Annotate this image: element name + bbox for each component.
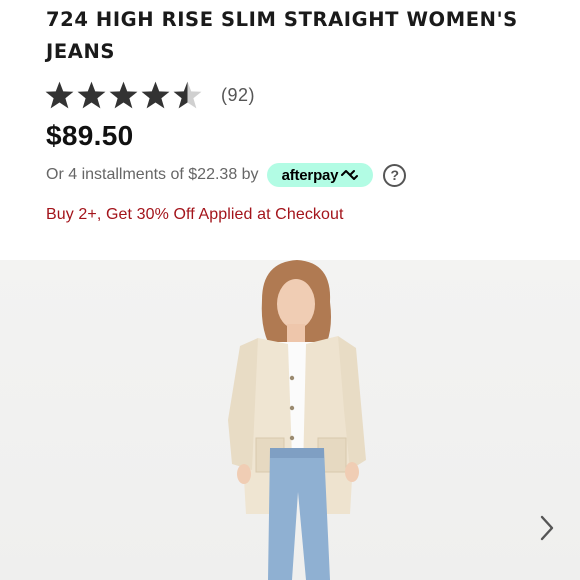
star-full-icon: [141, 81, 170, 109]
review-count[interactable]: (92): [221, 85, 255, 106]
afterpay-badge[interactable]: afterpay: [266, 163, 374, 187]
installments-text: Or 4 installments of $22.38 by: [46, 166, 259, 183]
installments-row: Or 4 installments of $22.38 by afterpay …: [46, 162, 407, 188]
star-half-icon: [173, 81, 202, 109]
product-price: $89.50: [46, 120, 134, 151]
star-full-icon: [45, 81, 74, 109]
chevron-right-icon: [540, 515, 554, 541]
next-image-button[interactable]: [536, 512, 558, 544]
product-image[interactable]: [0, 260, 580, 580]
afterpay-arrows-icon: [341, 170, 359, 180]
promo-message: Buy 2+, Get 30% Off Applied at Checkout: [46, 206, 344, 223]
rating-row[interactable]: (92): [44, 78, 255, 112]
star-full-icon: [109, 81, 138, 109]
star-full-icon: [77, 81, 106, 109]
product-photo: [228, 260, 366, 580]
product-title: 724 HIGH RISE SLIM STRAIGHT WOMEN'S JEAN…: [46, 8, 518, 63]
star-rating[interactable]: [44, 80, 204, 110]
help-icon[interactable]: ?: [383, 163, 407, 187]
afterpay-label: afterpay: [281, 166, 339, 184]
